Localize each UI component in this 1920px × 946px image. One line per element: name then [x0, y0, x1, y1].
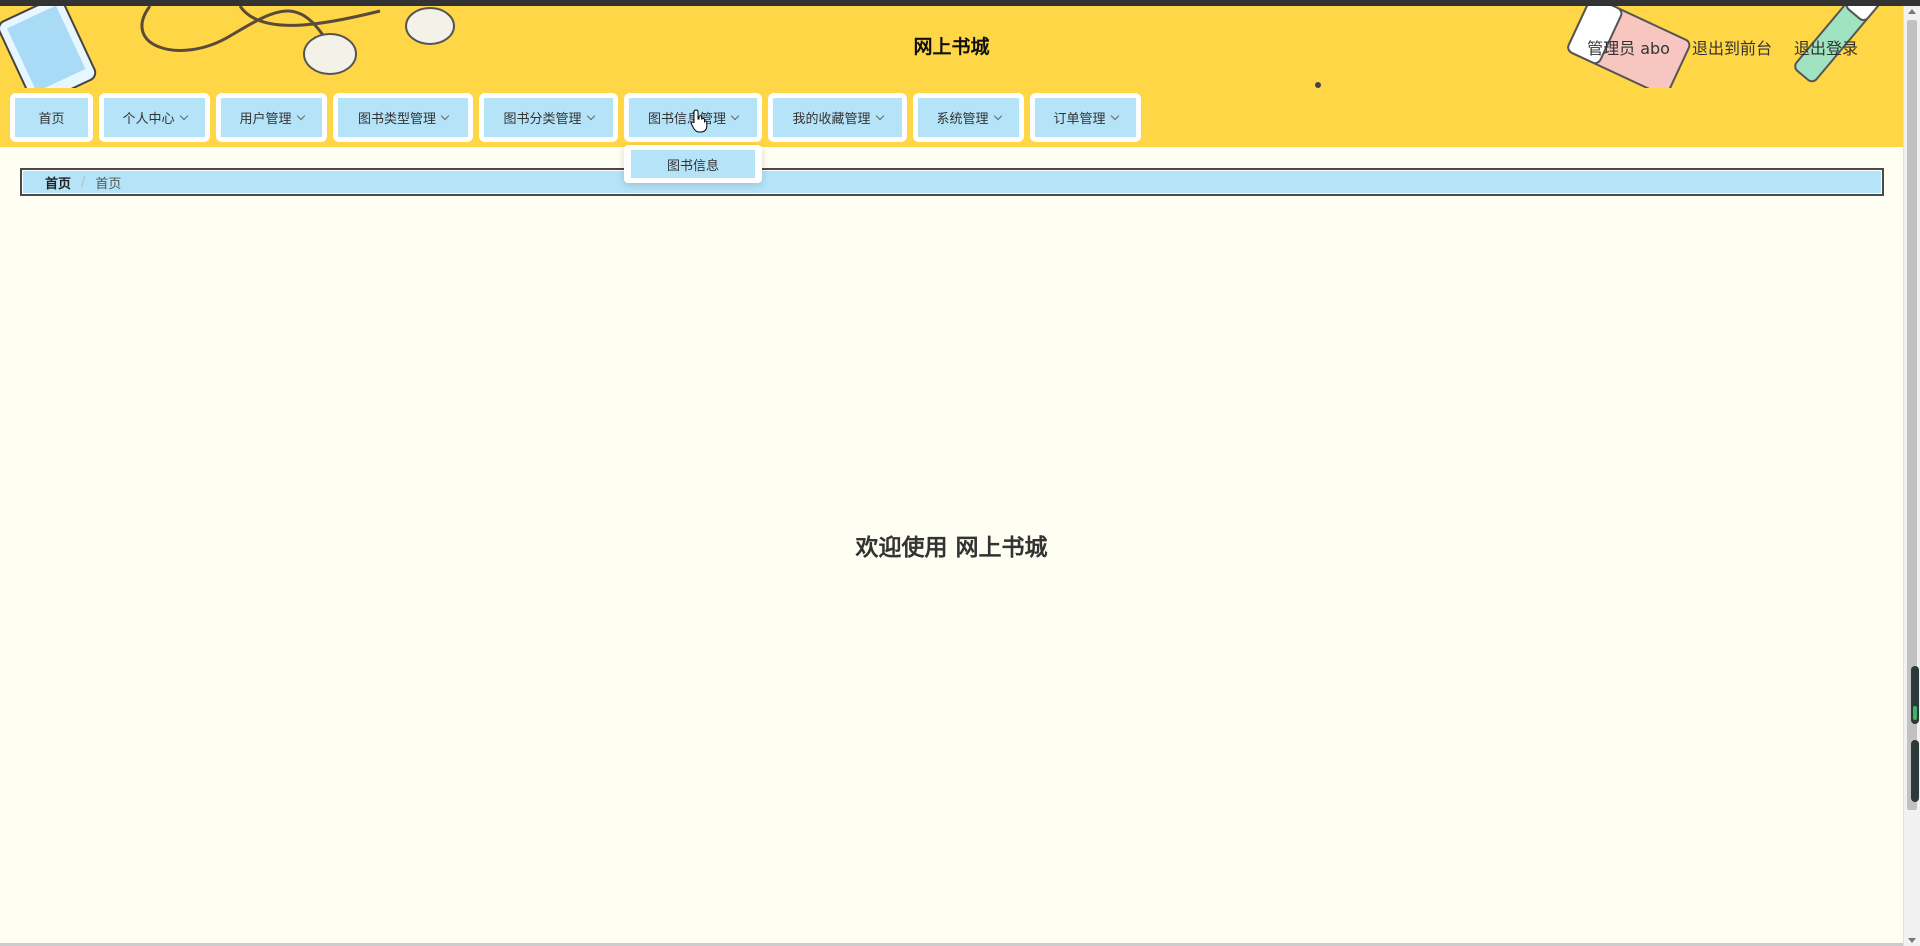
chevron-down-icon — [875, 111, 884, 120]
nav-item-label: 图书分类管理 — [503, 112, 582, 127]
chevron-down-icon — [296, 111, 305, 120]
welcome-message: 欢迎使用 网上书城 — [855, 535, 1048, 561]
breadcrumb-home-link[interactable]: 首页 — [45, 173, 71, 192]
nav-item-label: 系统管理 — [936, 112, 989, 127]
nav-item-label: 图书类型管理 — [357, 112, 436, 127]
scroll-up-arrow-icon[interactable] — [1908, 9, 1916, 14]
book-info-submenu: 图书信息 — [624, 145, 762, 183]
nav-item-personal-center[interactable]: 个人中心 — [99, 93, 210, 142]
nav-item-order-management[interactable]: 订单管理 — [1030, 93, 1141, 142]
scroll-down-arrow-icon[interactable] — [1908, 938, 1916, 943]
chevron-down-icon — [1110, 111, 1119, 120]
nav-item-label: 我的收藏管理 — [792, 112, 871, 127]
vertical-scrollbar[interactable] — [1903, 6, 1920, 946]
chevron-down-icon — [440, 111, 450, 120]
page: 网上书城 管理员 abo 退出到前台 退出登录 首页 个人中心 用户管理 图书类… — [0, 0, 1920, 946]
nav-item-label: 用户管理 — [239, 112, 292, 127]
breadcrumb-current: 首页 — [95, 176, 122, 192]
chevron-down-icon — [993, 111, 1002, 120]
breadcrumb-separator: / — [81, 174, 86, 190]
side-floating-widget[interactable] — [1911, 740, 1919, 802]
submenu-item-book-info[interactable]: 图书信息 — [631, 150, 755, 178]
current-user-label: 管理员 abo — [1587, 39, 1670, 58]
nav-item-label: 图书信息管理 — [647, 112, 726, 127]
header: 网上书城 管理员 abo 退出到前台 退出登录 — [0, 6, 1903, 88]
chevron-down-icon — [586, 111, 595, 120]
breadcrumb: 首页 / 首页 — [20, 168, 1884, 196]
chevron-down-icon — [730, 111, 740, 120]
back-to-front-link[interactable]: 退出到前台 — [1692, 35, 1772, 59]
chevron-down-icon — [179, 111, 188, 120]
header-actions: 管理员 abo 退出到前台 退出登录 — [1587, 6, 1858, 88]
nav-item-system-management[interactable]: 系统管理 — [913, 93, 1024, 142]
submenu-item-label: 图书信息 — [666, 158, 719, 174]
nav-item-user-management[interactable]: 用户管理 — [216, 93, 327, 142]
nav-item-home[interactable]: 首页 — [10, 93, 93, 142]
nav-item-label: 个人中心 — [122, 112, 175, 127]
nav-item-book-type-management[interactable]: 图书类型管理 — [333, 93, 473, 142]
main-nav: 首页 个人中心 用户管理 图书类型管理 图书分类管理 图书信息管理 我的收藏管理… — [0, 88, 1903, 147]
nav-item-label: 首页 — [38, 112, 65, 127]
side-floating-widget[interactable] — [1911, 666, 1919, 724]
logout-link[interactable]: 退出登录 — [1794, 35, 1858, 59]
nav-item-label: 订单管理 — [1053, 112, 1106, 127]
nav-item-book-category-management[interactable]: 图书分类管理 — [479, 93, 618, 142]
hand-cursor-icon — [690, 109, 708, 133]
nav-item-favorites-management[interactable]: 我的收藏管理 — [768, 93, 907, 142]
